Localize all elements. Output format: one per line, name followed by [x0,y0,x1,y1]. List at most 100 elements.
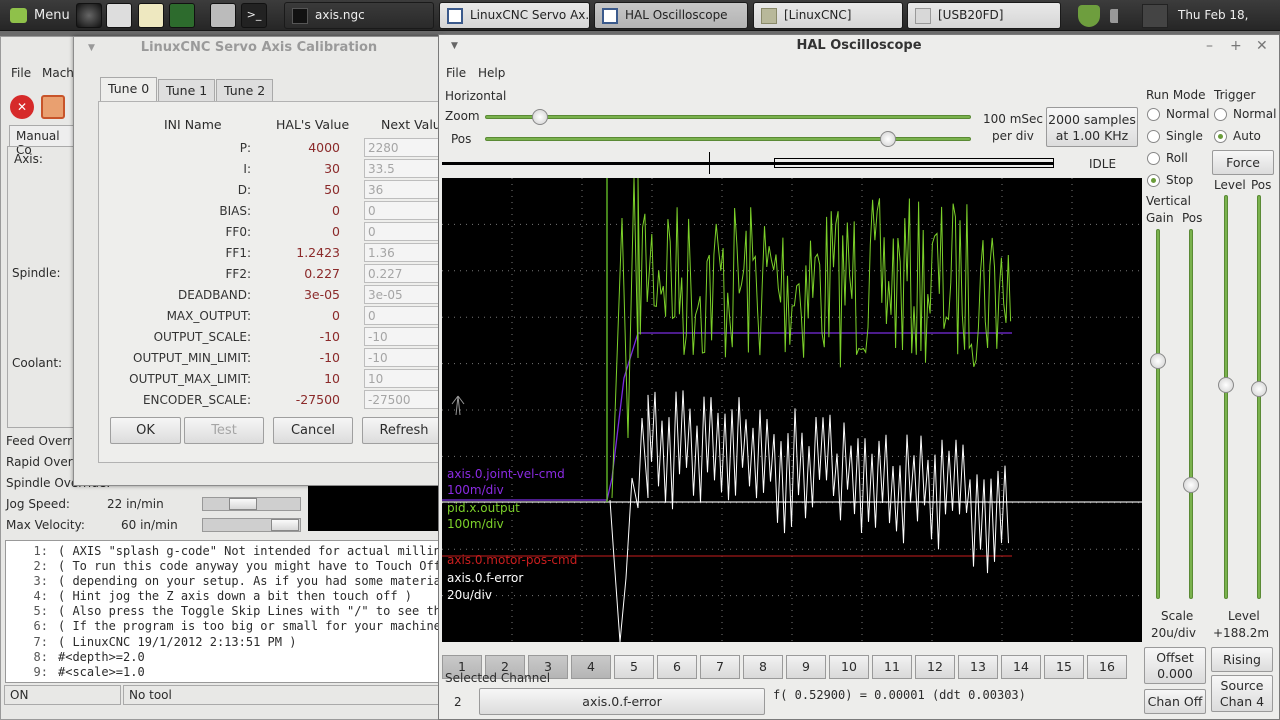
jog-speed-slider[interactable] [202,497,301,511]
maximize-icon[interactable]: + [1230,38,1242,54]
trigger-pos-slider-handle[interactable] [1251,381,1267,398]
refresh-button[interactable]: Refresh [362,417,446,444]
gain-slider[interactable] [1156,229,1160,599]
taskbar-window-axis[interactable]: axis.ngc [284,2,434,29]
tab-tune-1[interactable]: Tune 1 [158,79,216,101]
tab-tune-2[interactable]: Tune 2 [216,79,274,101]
text-editor-launcher-icon[interactable] [138,3,164,28]
next-value-input[interactable]: 36 [364,180,444,199]
zoom-slider-handle[interactable] [532,109,548,125]
next-value-input[interactable]: 10 [364,369,444,388]
trigger-level-slider[interactable] [1224,195,1228,599]
camera-launcher-icon[interactable] [76,3,102,28]
taskbar-window-calibration[interactable]: LinuxCNC Servo Ax... [439,2,590,29]
max-velocity-slider[interactable] [202,518,301,532]
gcode-line[interactable]: 8: #<depth>=2.0 [6,650,444,665]
next-value-input[interactable]: 0 [364,201,444,220]
channel-button-5[interactable]: 5 [614,655,654,679]
channel-button-13[interactable]: 13 [958,655,998,679]
channel-button-10[interactable]: 10 [829,655,869,679]
channel-button-4[interactable]: 4 [571,655,611,679]
next-value-input[interactable]: 2280 [364,138,444,157]
close-icon[interactable]: ✕ [1256,38,1268,54]
offset-button[interactable]: Offset 0.000 [1144,647,1206,684]
tab-tune-0[interactable]: Tune 0 [100,77,158,102]
next-value-input[interactable]: 0 [364,222,444,241]
axis-menu-file[interactable]: File [11,66,31,80]
run-mode-radio-single[interactable] [1147,130,1160,143]
rising-button[interactable]: Rising [1211,647,1273,672]
hal-menu-help[interactable]: Help [478,66,505,80]
slider-handle[interactable] [271,519,299,531]
scope-display[interactable]: axis.0.joint-vel-cmd 100m/div pid.x.output… [442,177,1142,643]
source-button[interactable]: Source Chan 4 [1211,675,1273,712]
clock[interactable]: Thu Feb 18, 11:56 [1178,0,1280,53]
channel-button-11[interactable]: 11 [872,655,912,679]
vertical-pos-slider-handle[interactable] [1183,476,1199,493]
run-mode-radio-roll[interactable] [1147,152,1160,165]
slider-handle[interactable] [229,498,257,510]
channel-button-14[interactable]: 14 [1001,655,1041,679]
start-menu-button[interactable]: Menu [2,2,70,29]
gcode-line[interactable]: 4: ( Hint jog the Z axis down a bit then … [6,589,444,604]
taskbar-window-halscope[interactable]: HAL Oscilloscope [594,2,748,29]
next-value-input[interactable]: 33.5 [364,159,444,178]
hal-menu-file[interactable]: File [446,66,466,80]
axis-menu-machine[interactable]: Mach [42,66,74,80]
pos-slider[interactable] [485,137,971,141]
force-trigger-button[interactable]: Force [1212,150,1274,175]
run-mode-radio-normal[interactable] [1147,108,1160,121]
preview-plot[interactable] [308,485,439,531]
channel-button-16[interactable]: 16 [1087,655,1127,679]
channel-button-9[interactable]: 9 [786,655,826,679]
machine-power-button[interactable] [41,95,65,119]
next-value-input[interactable]: 0 [364,306,444,325]
next-value-input[interactable]: -10 [364,348,444,367]
window-menu-icon[interactable]: ▼ [451,41,458,51]
ok-button[interactable]: OK [110,417,181,444]
volume-icon[interactable] [1110,9,1130,23]
trigger-radio-normal[interactable] [1214,108,1227,121]
vertical-pos-slider[interactable] [1189,229,1193,599]
zoom-slider[interactable] [485,115,971,119]
selected-channel-name-button[interactable]: axis.0.f-error [479,688,765,715]
channel-button-8[interactable]: 8 [743,655,783,679]
cancel-button[interactable]: Cancel [273,417,353,444]
channel-button-12[interactable]: 12 [915,655,955,679]
network-icon[interactable] [1142,4,1168,28]
tray-shield-icon[interactable] [1078,5,1100,27]
show-desktop-icon[interactable] [210,3,236,28]
channel-button-6[interactable]: 6 [657,655,697,679]
minimize-icon[interactable]: – [1206,38,1213,54]
pos-slider-handle[interactable] [879,131,896,147]
next-value-input[interactable]: -27500 [364,390,444,409]
test-button[interactable]: Test [184,417,264,444]
next-value-input[interactable]: -10 [364,327,444,346]
run-mode-radio-stop[interactable] [1147,174,1160,187]
gcode-line[interactable]: 1: ( AXIS "splash g-code" Not intended fo… [6,544,444,559]
taskbar-window-usb[interactable]: [USB20FD] [907,2,1061,29]
manual-control-tab[interactable]: Manual Co [9,125,79,157]
trigger-level-slider-handle[interactable] [1218,377,1234,394]
estop-button[interactable]: ✕ [10,95,34,119]
next-value-input[interactable]: 3e-05 [364,285,444,304]
channel-button-7[interactable]: 7 [700,655,740,679]
chan-off-button[interactable]: Chan Off [1144,689,1206,714]
taskbar-window-linuxcnc-folder[interactable]: [LinuxCNC] [753,2,903,29]
next-value-input[interactable]: 0.227 [364,264,444,283]
gcode-line[interactable]: 3: ( depending on your setup. As if you h… [6,574,444,589]
terminal-window-launcher-icon[interactable] [169,3,195,28]
trigger-radio-auto[interactable] [1214,130,1227,143]
gain-slider-handle[interactable] [1150,352,1166,369]
gcode-line[interactable]: 5: ( Also press the Toggle Skip Lines wit… [6,604,444,619]
gcode-line[interactable]: 9: #<scale>=1.0 [6,665,444,680]
terminal-launcher-icon[interactable]: >_ [241,3,267,28]
window-menu-icon[interactable]: ▼ [88,43,95,53]
gcode-line[interactable]: 2: ( To run this code anyway you might ha… [6,559,444,574]
samples-button[interactable]: 2000 samples at 1.00 KHz [1046,107,1138,147]
gcode-line[interactable]: 7: ( LinuxCNC 19/1/2012 2:13:51 PM ) [6,635,444,650]
next-value-input[interactable]: 1.36 [364,243,444,262]
linux-tux-launcher-icon[interactable] [106,3,132,28]
gcode-line[interactable]: 6: ( If the program is too big or small f… [6,619,444,634]
channel-button-15[interactable]: 15 [1044,655,1084,679]
